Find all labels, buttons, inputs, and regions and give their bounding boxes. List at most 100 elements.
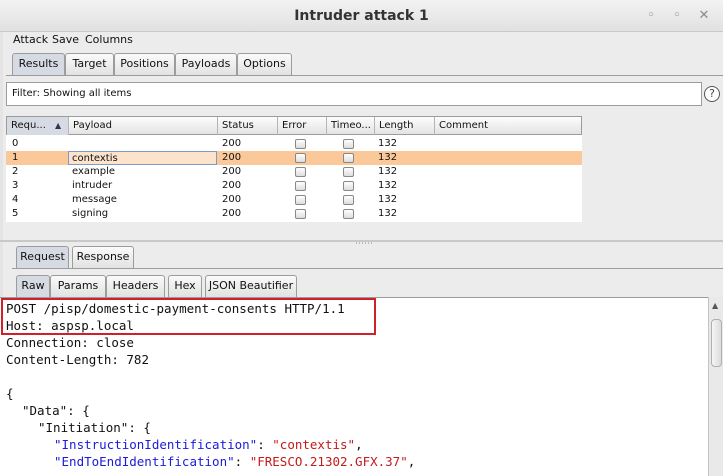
cell-request: 4 bbox=[12, 194, 19, 205]
cell-status: 200 bbox=[222, 138, 242, 149]
cell-status: 200 bbox=[222, 152, 242, 163]
cell-request: 2 bbox=[12, 166, 19, 177]
col-comment[interactable]: Comment bbox=[435, 117, 581, 135]
timeout-checkbox[interactable] bbox=[343, 195, 354, 205]
menu-columns[interactable]: Columns bbox=[85, 33, 133, 46]
tab-payloads[interactable]: Payloads bbox=[175, 53, 237, 75]
error-checkbox[interactable] bbox=[295, 195, 306, 205]
cell-status: 200 bbox=[222, 166, 242, 177]
splitter-grip-icon[interactable] bbox=[354, 238, 374, 244]
table-header: Requ... ▲ Payload Status Error Timeo... … bbox=[6, 116, 582, 135]
cell-payload: intruder bbox=[72, 180, 113, 191]
error-checkbox[interactable] bbox=[295, 167, 306, 177]
table-row[interactable]: 3 intruder 200 132 bbox=[6, 179, 582, 193]
sort-ascending-icon: ▲ bbox=[55, 121, 62, 130]
cell-payload: contextis bbox=[68, 151, 217, 165]
tab-target[interactable]: Target bbox=[65, 53, 114, 75]
json-open-brace: { bbox=[6, 386, 14, 401]
cell-length: 132 bbox=[378, 180, 398, 191]
json-line-initiation: "Initiation": { bbox=[38, 420, 151, 435]
tab-headers[interactable]: Headers bbox=[106, 275, 165, 297]
content-length-header: Content-Length: 782 bbox=[6, 352, 149, 367]
table-row-selected[interactable]: 1 contextis 200 132 bbox=[6, 151, 582, 165]
scrollbar-thumb[interactable] bbox=[711, 319, 722, 367]
json-punct: : bbox=[257, 437, 273, 452]
json-string-value: "FRESCO.21302.GFX.37" bbox=[249, 454, 408, 469]
cell-status: 200 bbox=[222, 194, 242, 205]
json-punct: , bbox=[407, 454, 416, 469]
timeout-checkbox[interactable] bbox=[343, 139, 354, 149]
json-line-instruction-id: "InstructionIdentification": "contextis"… bbox=[54, 437, 363, 452]
filter-bar[interactable]: Filter: Showing all items bbox=[6, 82, 702, 106]
table-row[interactable]: 0 200 132 bbox=[6, 137, 582, 151]
error-checkbox[interactable] bbox=[295, 209, 306, 219]
cell-request: 0 bbox=[12, 138, 19, 149]
col-timeout[interactable]: Timeo... bbox=[327, 117, 375, 135]
cell-length: 132 bbox=[378, 138, 398, 149]
timeout-checkbox[interactable] bbox=[343, 153, 354, 163]
menu-bar: Attack Save Columns bbox=[0, 32, 723, 50]
json-punct: , bbox=[355, 437, 363, 452]
cell-length: 132 bbox=[378, 152, 398, 163]
col-length[interactable]: Length bbox=[375, 117, 435, 135]
json-string-value: "contextis" bbox=[272, 437, 356, 452]
results-table: Requ... ▲ Payload Status Error Timeo... … bbox=[6, 116, 582, 222]
help-icon[interactable]: ? bbox=[704, 86, 720, 102]
cell-request: 1 bbox=[12, 152, 19, 163]
col-error[interactable]: Error bbox=[278, 117, 327, 135]
json-key: "Data" bbox=[22, 403, 68, 418]
tab-options[interactable]: Options bbox=[237, 53, 292, 75]
menu-save[interactable]: Save bbox=[52, 33, 79, 46]
tab-json-beautifier[interactable]: JSON Beautifier bbox=[205, 275, 297, 297]
json-punct: : bbox=[234, 454, 250, 469]
error-checkbox[interactable] bbox=[295, 153, 306, 163]
tab-results[interactable]: Results bbox=[12, 53, 65, 75]
cell-payload: signing bbox=[72, 208, 109, 219]
cell-payload: message bbox=[72, 194, 117, 205]
tab-response[interactable]: Response bbox=[72, 246, 134, 268]
timeout-checkbox[interactable] bbox=[343, 181, 354, 191]
restore-icon[interactable]: ◦ bbox=[668, 7, 686, 25]
window-title: Intruder attack 1 bbox=[294, 8, 429, 24]
detail-tab-divider bbox=[12, 268, 723, 269]
error-checkbox[interactable] bbox=[295, 181, 306, 191]
minimize-icon[interactable]: ◦ bbox=[642, 7, 660, 25]
close-icon[interactable]: ✕ bbox=[695, 7, 713, 25]
timeout-checkbox[interactable] bbox=[343, 209, 354, 219]
table-row[interactable]: 4 message 200 132 bbox=[6, 193, 582, 207]
col-request-label: Requ... bbox=[11, 120, 46, 131]
col-status[interactable]: Status bbox=[218, 117, 278, 135]
tab-request[interactable]: Request bbox=[16, 246, 69, 268]
scroll-up-arrow-icon[interactable]: ▲ bbox=[712, 301, 718, 310]
highlight-box bbox=[1, 298, 376, 335]
timeout-checkbox[interactable] bbox=[343, 167, 354, 177]
vertical-scrollbar[interactable]: ▲ bbox=[708, 297, 723, 476]
json-line-data: "Data": { bbox=[22, 403, 90, 418]
tab-divider bbox=[6, 75, 723, 76]
col-request[interactable]: Requ... ▲ bbox=[7, 117, 69, 135]
json-line-end-to-end-id: "EndToEndIdentification": "FRESCO.21302.… bbox=[54, 454, 415, 469]
json-punct: : { bbox=[67, 403, 90, 418]
json-punct: : { bbox=[128, 420, 151, 435]
cell-length: 132 bbox=[378, 194, 398, 205]
tab-hex[interactable]: Hex bbox=[168, 275, 202, 297]
tab-params[interactable]: Params bbox=[50, 275, 106, 297]
col-payload[interactable]: Payload bbox=[69, 117, 218, 135]
cell-status: 200 bbox=[222, 208, 242, 219]
title-bar: Intruder attack 1 ◦ ◦ ✕ bbox=[0, 0, 723, 32]
connection-header: Connection: close bbox=[6, 335, 134, 350]
table-row[interactable]: 2 example 200 132 bbox=[6, 165, 582, 179]
left-frame-edge bbox=[0, 32, 3, 297]
filter-text: Filter: Showing all items bbox=[12, 88, 132, 99]
cell-status: 200 bbox=[222, 180, 242, 191]
cell-length: 132 bbox=[378, 166, 398, 177]
cell-request: 3 bbox=[12, 180, 19, 191]
error-checkbox[interactable] bbox=[295, 139, 306, 149]
json-key: "EndToEndIdentification" bbox=[54, 454, 235, 469]
json-key: "Initiation" bbox=[38, 420, 129, 435]
cell-request: 5 bbox=[12, 208, 19, 219]
table-row[interactable]: 5 signing 200 132 bbox=[6, 207, 582, 221]
tab-raw[interactable]: Raw bbox=[16, 275, 50, 297]
menu-attack[interactable]: Attack bbox=[13, 33, 48, 46]
tab-positions[interactable]: Positions bbox=[114, 53, 175, 75]
